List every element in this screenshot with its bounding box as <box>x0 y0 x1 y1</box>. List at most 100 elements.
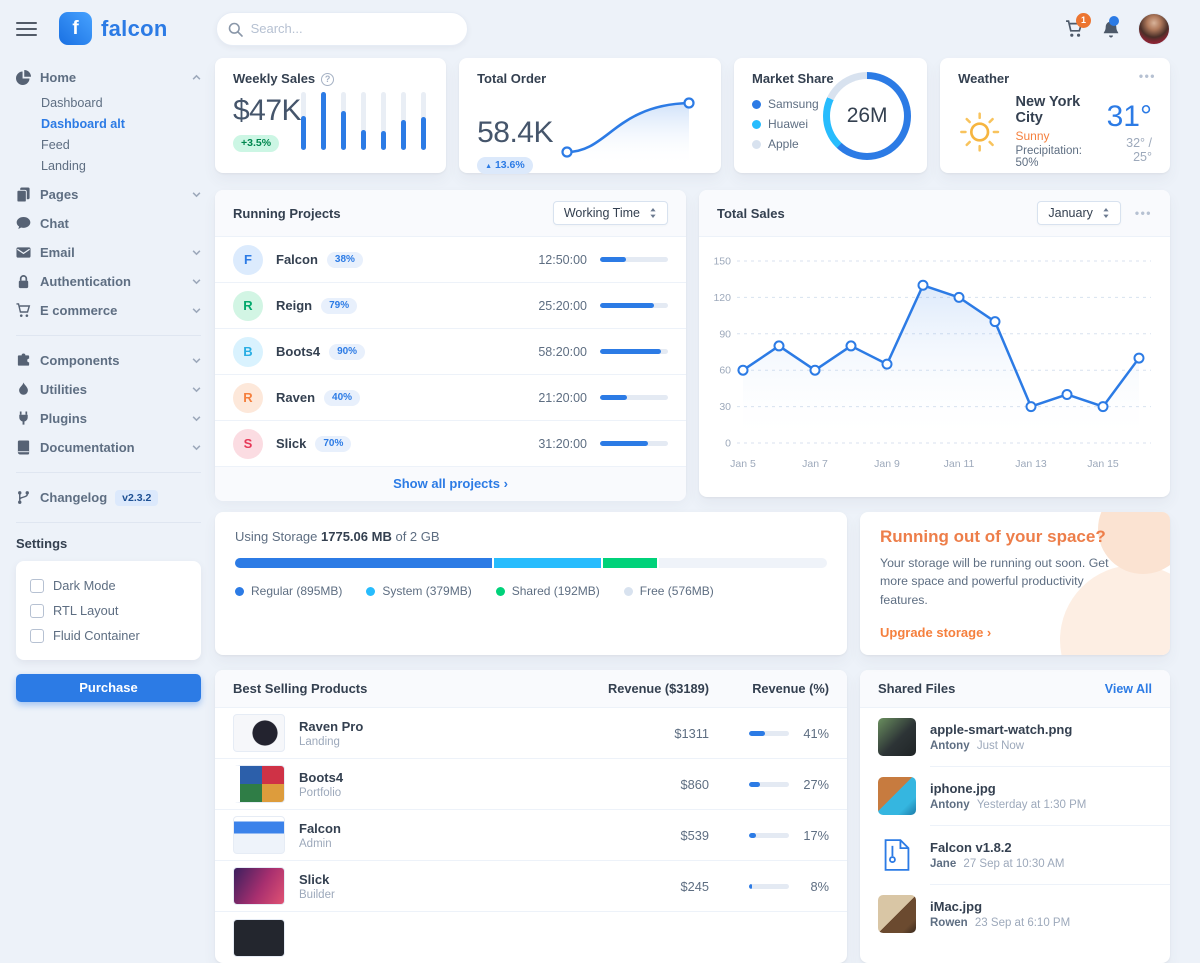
fluid-container-option[interactable]: Fluid Container <box>30 623 187 648</box>
svg-text:Jan 7: Jan 7 <box>802 458 828 470</box>
chat-icon <box>16 216 40 231</box>
sidebar-item-label: Pages <box>40 187 192 202</box>
file-name[interactable]: Falcon v1.8.2 <box>930 840 1064 855</box>
product-name[interactable]: Slick <box>299 872 559 887</box>
hamburger-menu-icon[interactable] <box>16 18 37 40</box>
product-name[interactable]: Raven Pro <box>299 719 559 734</box>
project-avatar: F <box>233 245 263 275</box>
version-badge: v2.3.2 <box>115 490 158 506</box>
file-name[interactable]: iphone.jpg <box>930 781 1086 796</box>
product-revenue: $1311 <box>559 726 709 741</box>
svg-text:60: 60 <box>719 365 731 377</box>
help-icon[interactable]: ? <box>321 73 334 86</box>
upgrade-storage-link[interactable]: Upgrade storage › <box>880 625 991 640</box>
brand-logo[interactable]: f falcon <box>59 12 168 45</box>
file-time: Yesterday at 1:30 PM <box>977 799 1087 811</box>
project-progress-bar <box>600 395 668 400</box>
project-name[interactable]: Boots4 <box>276 344 320 359</box>
product-name[interactable]: Boots4 <box>299 770 559 785</box>
sidebar-item-utilities[interactable]: Utilities <box>16 375 201 404</box>
file-thumbnail <box>878 777 916 815</box>
product-revenue-bar <box>749 884 789 889</box>
sidebar-item-email[interactable]: Email <box>16 238 201 267</box>
project-progress-bar <box>600 303 668 308</box>
sidebar-item-authentication[interactable]: Authentication <box>16 267 201 296</box>
sidebar-item-plugins[interactable]: Plugins <box>16 404 201 433</box>
chevron-down-icon <box>192 385 201 394</box>
sidebar-item-landing[interactable]: Landing <box>41 156 201 177</box>
search-input[interactable] <box>216 12 468 46</box>
file-row: iMac.jpg Rowen 23 Sep at 6:10 PM <box>860 885 1170 943</box>
dark-mode-checkbox[interactable] <box>30 579 44 593</box>
weather-city: New York City <box>1015 94 1092 126</box>
project-progress-badge: 90% <box>329 344 365 360</box>
sidebar-item-changelog[interactable]: Changelog v2.3.2 <box>16 483 201 512</box>
svg-text:120: 120 <box>713 292 731 304</box>
purchase-button[interactable]: Purchase <box>16 674 201 702</box>
svg-text:Jan 13: Jan 13 <box>1015 458 1047 470</box>
sidebar-item-label: Components <box>40 353 192 368</box>
sidebar-item-pages[interactable]: Pages <box>16 180 201 209</box>
notification-dot <box>1109 16 1119 26</box>
file-icon <box>878 836 916 874</box>
project-name[interactable]: Slick <box>276 436 306 451</box>
file-name[interactable]: iMac.jpg <box>930 899 1070 914</box>
user-avatar[interactable] <box>1138 13 1170 45</box>
product-name[interactable]: Falcon <box>299 821 559 836</box>
file-row: apple-smart-watch.png Antony Just Now <box>860 708 1170 766</box>
project-progress-badge: 79% <box>321 298 357 314</box>
product-thumbnail <box>233 816 285 854</box>
file-name[interactable]: apple-smart-watch.png <box>930 722 1072 737</box>
svg-text:Jan 11: Jan 11 <box>944 458 975 470</box>
chevron-down-icon <box>192 443 201 452</box>
pages-icon <box>16 187 40 202</box>
sidebar-item-label: Chat <box>40 216 201 231</box>
file-thumbnail <box>878 718 916 756</box>
project-name[interactable]: Raven <box>276 390 315 405</box>
notifications-button[interactable] <box>1102 20 1120 38</box>
sidebar-item-feed[interactable]: Feed <box>41 135 201 156</box>
svg-text:90: 90 <box>719 328 731 340</box>
settings-panel: Dark Mode RTL Layout Fluid Container <box>16 561 201 660</box>
sidebar-item-chat[interactable]: Chat <box>16 209 201 238</box>
sidebar-item-components[interactable]: Components <box>16 346 201 375</box>
view-all-link[interactable]: View All <box>1105 682 1152 696</box>
product-row <box>215 912 847 963</box>
weather-title: Weather <box>958 71 1009 86</box>
sidebar-item-home[interactable]: Home <box>16 63 201 92</box>
sidebar-item-ecommerce[interactable]: E commerce <box>16 296 201 325</box>
sidebar-item-dashboard[interactable]: Dashboard <box>41 93 201 114</box>
project-progress-badge: 38% <box>327 252 363 268</box>
working-time-select[interactable]: Working Time <box>553 201 668 225</box>
rtl-layout-option[interactable]: RTL Layout <box>30 598 187 623</box>
sidebar-item-dashboard-alt[interactable]: Dashboard alt <box>41 114 201 135</box>
market-share-title: Market Share <box>752 71 834 86</box>
cart-icon <box>16 303 40 318</box>
ellipsis-menu-icon[interactable]: ••• <box>1135 206 1152 220</box>
project-avatar: R <box>233 383 263 413</box>
sidebar-item-label: Home <box>40 70 192 85</box>
month-select[interactable]: January <box>1037 201 1120 225</box>
project-name[interactable]: Reign <box>276 298 312 313</box>
upgrade-space-card: Running out of your space? Your storage … <box>860 512 1170 655</box>
chart-pie-icon <box>16 70 40 85</box>
sidebar-item-documentation[interactable]: Documentation <box>16 433 201 462</box>
total-order-title: Total Order <box>477 71 546 86</box>
product-row: Boots4 Portfolio $860 27% <box>215 759 847 810</box>
show-all-projects-link[interactable]: Show all projects › <box>393 476 508 491</box>
fluid-container-checkbox[interactable] <box>30 629 44 643</box>
storage-used: 1775.06 MB <box>321 529 392 544</box>
project-name[interactable]: Falcon <box>276 252 318 267</box>
file-row: Falcon v1.8.2 Jane 27 Sep at 10:30 AM <box>860 826 1170 884</box>
ellipsis-menu-icon[interactable]: ••• <box>1139 69 1156 83</box>
rtl-layout-checkbox[interactable] <box>30 604 44 618</box>
changelog-label: Changelog <box>40 490 107 505</box>
project-time: 31:20:00 <box>538 437 587 451</box>
cart-button[interactable]: 1 <box>1065 20 1084 38</box>
envelope-icon <box>16 245 40 260</box>
caret-up-icon: ▲ <box>485 163 492 170</box>
sidebar: Home Dashboard Dashboard alt Feed Landin… <box>0 57 215 702</box>
svg-text:Jan 5: Jan 5 <box>730 458 756 470</box>
dark-mode-option[interactable]: Dark Mode <box>30 573 187 598</box>
storage-segment-system <box>494 558 604 568</box>
